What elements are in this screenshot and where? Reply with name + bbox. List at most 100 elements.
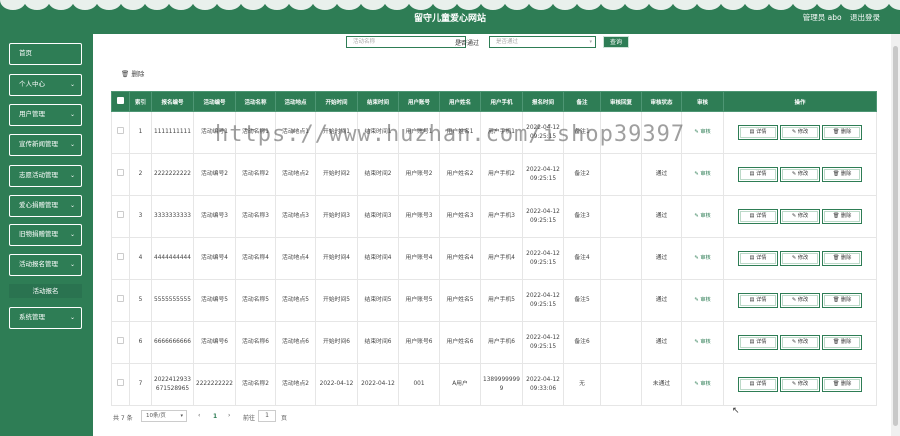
sidebar-item-user-management[interactable]: 用户管理 ⌄ (9, 104, 82, 126)
search-placeholder: 活动名称 (353, 39, 376, 45)
delete-label: 删除 (840, 339, 852, 345)
audit-cell: ✎ 审核 (681, 363, 724, 406)
cell-uname: 用户姓名2 (439, 153, 481, 196)
delete-button[interactable]: 🗑︎ 删除 (822, 335, 862, 350)
operations-cell: ▤ 详情 ✎ 修改 🗑︎ 删除 (723, 279, 877, 322)
row-checkbox[interactable] (111, 111, 130, 154)
detail-button[interactable]: ▤ 详情 (738, 377, 778, 392)
edit-button[interactable]: ✎ 修改 (780, 335, 820, 350)
cell-start: 开始时间6 (315, 321, 358, 364)
cell-reg-no: 5555555555 (151, 279, 194, 322)
edit-button[interactable]: ✎ 修改 (780, 377, 820, 392)
row-checkbox[interactable] (111, 279, 130, 322)
cell-reg-no: 2222222222 (151, 153, 194, 196)
detail-button[interactable]: ▤ 详情 (738, 167, 778, 182)
operations-cell: ▤ 详情 ✎ 修改 🗑︎ 删除 (723, 153, 877, 196)
page-jump-input[interactable]: 1 (258, 410, 276, 422)
detail-icon: ▤ (749, 339, 755, 345)
edit-button[interactable]: ✎ 修改 (780, 167, 820, 182)
cell-index: 7 (129, 363, 152, 406)
audit-link[interactable]: ✎ 审核 (694, 297, 710, 303)
search-button[interactable]: 查询 (603, 36, 629, 48)
edit-button[interactable]: ✎ 修改 (780, 125, 820, 140)
delete-button[interactable]: 🗑︎ 删除 (822, 377, 862, 392)
cell-reg-no: 4444444444 (151, 237, 194, 280)
sidebar-item-personal-center[interactable]: 个人中心 ⌄ (9, 74, 82, 96)
cell-reg-no: 6666666666 (151, 321, 194, 364)
audit-link[interactable]: ✎ 审核 (694, 381, 710, 387)
edit-button[interactable]: ✎ 修改 (780, 293, 820, 308)
audit-label: 审核 (700, 297, 711, 303)
audit-label: 审核 (700, 255, 711, 261)
status-filter-select[interactable]: 是否通过 ▾ (489, 36, 596, 48)
page-size-select[interactable]: 10条/页 ▾ (141, 410, 187, 422)
edit-button[interactable]: ✎ 修改 (780, 209, 820, 224)
table-row: 4 4444444444 活动编号4 活动名称4 活动地点4 开始时间4 结束时间4 用户账号… (111, 237, 877, 280)
delete-button[interactable]: 🗑︎ 删除 (822, 251, 862, 266)
scrollbar-thumb[interactable] (893, 46, 898, 426)
audit-label: 审核 (700, 381, 711, 387)
audit-cell: ✎ 审核 (681, 153, 724, 196)
delete-button[interactable]: 🗑︎ 删除 (822, 293, 862, 308)
sidebar-item-home[interactable]: 首页 (9, 43, 82, 65)
cell-end: 结束时间6 (357, 321, 399, 364)
cell-index: 1 (129, 111, 152, 154)
activity-name-search-input[interactable]: 活动名称 ⌕ (346, 36, 466, 48)
sidebar-subitem-activity-registration[interactable]: 活动报名 (9, 284, 82, 298)
cell-status: 通过 (641, 237, 682, 280)
sidebar-item-news-management[interactable]: 宣传新闻管理 ⌄ (9, 134, 82, 156)
detail-button[interactable]: ▤ 详情 (738, 335, 778, 350)
cell-reply (600, 153, 642, 196)
detail-button[interactable]: ▤ 详情 (738, 293, 778, 308)
audit-label: 审核 (700, 339, 711, 345)
column-header: 活动名称 (235, 91, 276, 112)
detail-label: 详情 (756, 255, 767, 261)
detail-button[interactable]: ▤ 详情 (738, 125, 778, 140)
audit-link[interactable]: ✎ 审核 (694, 129, 710, 135)
edit-button[interactable]: ✎ 修改 (780, 251, 820, 266)
row-checkbox[interactable] (111, 237, 130, 280)
row-checkbox[interactable] (111, 153, 130, 196)
delete-label: 删除 (840, 297, 852, 303)
cell-reg-time: 2022-04-12 09:25:15 (522, 237, 564, 280)
edit-icon: ✎ (694, 339, 699, 345)
sidebar-item-system-management[interactable]: 系统管理 ⌄ (9, 307, 82, 329)
row-checkbox[interactable] (111, 195, 130, 238)
audit-link[interactable]: ✎ 审核 (694, 213, 710, 219)
select-placeholder: 是否通过 (496, 39, 519, 45)
row-checkbox[interactable] (111, 363, 130, 406)
delete-button[interactable]: 🗑︎ 删除 (822, 167, 862, 182)
sidebar-item-activity-registration[interactable]: 活动报名管理 ⌄ (9, 254, 82, 276)
cell-act-name: 活动名称5 (235, 279, 276, 322)
prev-page-button[interactable]: ‹ (198, 412, 200, 419)
batch-delete-button[interactable]: 🗑︎ 删除 (121, 68, 144, 78)
audit-link[interactable]: ✎ 审核 (694, 339, 710, 345)
delete-button[interactable]: 🗑︎ 删除 (822, 209, 862, 224)
cell-index: 5 (129, 279, 152, 322)
vertical-scrollbar[interactable] (891, 34, 900, 436)
next-page-button[interactable]: › (228, 412, 230, 419)
current-page[interactable]: 1 (213, 413, 217, 420)
edit-icon: ✎ (694, 213, 699, 219)
logout-link[interactable]: 退出登录 (850, 13, 880, 22)
select-all-checkbox[interactable] (111, 91, 130, 112)
table-row: 7 2022412933671528965 2222222222 活动名称2 活动地点2… (111, 363, 877, 406)
checkbox-icon (117, 97, 124, 104)
detail-button[interactable]: ▤ 详情 (738, 251, 778, 266)
cell-index: 4 (129, 237, 152, 280)
row-checkbox[interactable] (111, 321, 130, 364)
detail-button[interactable]: ▤ 详情 (738, 209, 778, 224)
cell-start: 开始时间2 (315, 153, 358, 196)
audit-cell: ✎ 审核 (681, 111, 724, 154)
sidebar-item-love-donation[interactable]: 爱心捐赠管理 ⌄ (9, 195, 82, 217)
audit-link[interactable]: ✎ 审核 (694, 255, 710, 261)
audit-link[interactable]: ✎ 审核 (694, 171, 710, 177)
sidebar-item-volunteer-activity[interactable]: 志愿活动管理 ⌄ (9, 165, 82, 187)
cell-account: 用户账号6 (398, 321, 440, 364)
cell-reg-no: 2022412933671528965 (151, 363, 194, 406)
cell-location: 活动地点2 (275, 363, 316, 406)
edit-label: 修改 (797, 381, 809, 387)
delete-button[interactable]: 🗑︎ 删除 (822, 125, 862, 140)
sidebar-item-old-items-donation[interactable]: 旧物捐赠管理 ⌄ (9, 224, 82, 246)
cell-act-name: 活动名称6 (235, 321, 276, 364)
